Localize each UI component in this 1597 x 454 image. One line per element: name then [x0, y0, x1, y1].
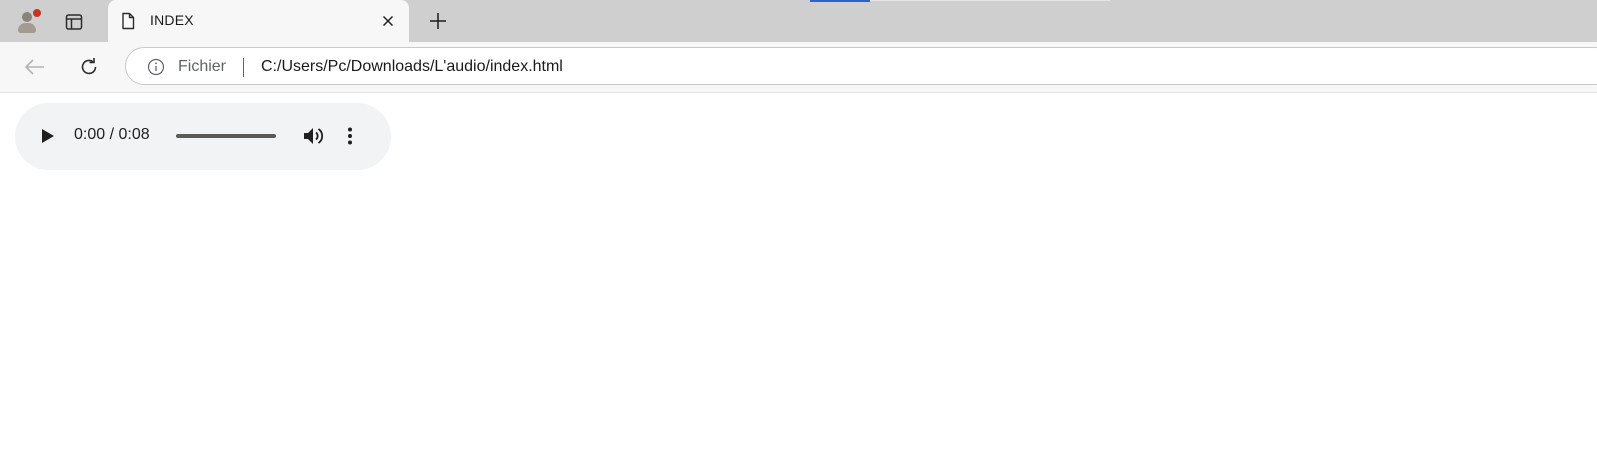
notification-dot	[32, 8, 42, 18]
tab-strip: INDEX	[0, 0, 1597, 43]
page-content: 0:00 / 0:08	[0, 93, 1597, 454]
tab-close-button[interactable]	[377, 10, 399, 32]
play-icon	[42, 129, 54, 143]
volume-icon	[304, 128, 323, 144]
reload-icon	[81, 58, 97, 75]
arrow-left-icon	[25, 59, 44, 75]
browser-toolbar: Fichier C:/Users/Pc/Downloads/L'audio/in…	[0, 42, 1597, 93]
tabstrip-accent	[810, 0, 870, 2]
tabstrip-accent-line	[870, 0, 1110, 1]
profile-avatar-icon	[15, 8, 42, 33]
tab-index[interactable]: INDEX	[108, 0, 409, 43]
more-options-button[interactable]	[342, 124, 358, 148]
close-icon	[383, 16, 393, 26]
new-tab-button[interactable]	[423, 6, 453, 36]
profile-button[interactable]	[12, 6, 42, 36]
site-info-button[interactable]	[146, 57, 166, 77]
back-button[interactable]	[20, 52, 50, 82]
reload-button[interactable]	[74, 52, 104, 82]
tab-actions-button[interactable]	[60, 8, 88, 36]
audio-player[interactable]: 0:00 / 0:08	[15, 103, 391, 170]
document-icon	[122, 12, 135, 30]
tab-actions-icon	[65, 14, 83, 30]
plus-icon	[430, 13, 446, 29]
browser-window: INDEX Fichier C:/Users/Pc/Downloads/L'au…	[0, 0, 1597, 454]
tab-favicon	[118, 11, 138, 31]
omnibox-separator	[243, 58, 244, 77]
scheme-label: Fichier	[178, 58, 227, 75]
play-button[interactable]	[37, 125, 59, 147]
time-display: 0:00 / 0:08	[74, 126, 150, 143]
address-bar[interactable]: Fichier C:/Users/Pc/Downloads/L'audio/in…	[125, 47, 1597, 85]
more-vertical-icon	[348, 127, 352, 145]
info-icon	[147, 58, 165, 76]
volume-button[interactable]	[302, 124, 326, 148]
progress-slider[interactable]	[176, 134, 276, 138]
url-text[interactable]: C:/Users/Pc/Downloads/L'audio/index.html	[261, 58, 563, 76]
tab-title: INDEX	[150, 12, 194, 28]
